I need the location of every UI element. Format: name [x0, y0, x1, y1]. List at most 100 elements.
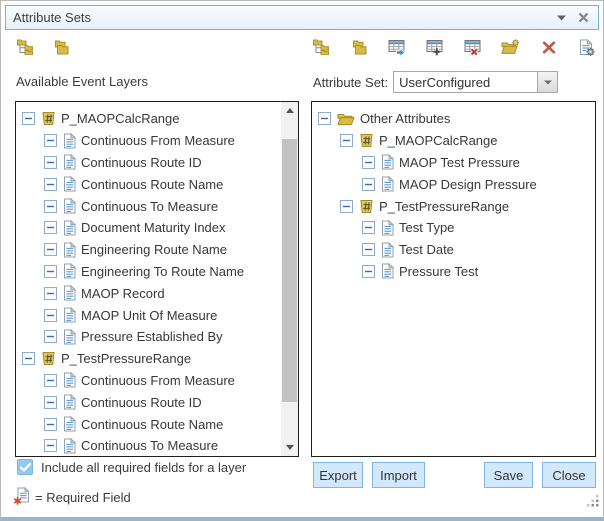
scroll-down-icon[interactable]: [281, 439, 298, 456]
tree-item-label[interactable]: P_MAOPCalcRange: [379, 133, 498, 148]
attribute-set-dropdown[interactable]: UserConfigured: [393, 71, 558, 93]
tree-item[interactable]: P_TestPressureRange: [312, 195, 595, 217]
tree-item[interactable]: Continuous From Measure: [16, 130, 281, 152]
tree-item-label[interactable]: P_TestPressureRange: [379, 199, 509, 214]
tree-item-label[interactable]: Continuous To Measure: [81, 438, 218, 453]
tree-item[interactable]: Continuous To Measure: [16, 195, 281, 217]
tree-item-label[interactable]: P_MAOPCalcRange: [61, 111, 180, 126]
tree-item-label[interactable]: Continuous From Measure: [81, 373, 235, 388]
toolbar-right-group: [311, 38, 596, 56]
collapse-minus-icon[interactable]: [362, 265, 375, 278]
collapse-minus-icon[interactable]: [362, 243, 375, 256]
collapse-minus-icon[interactable]: [44, 287, 57, 300]
titlebar[interactable]: Attribute Sets: [5, 5, 599, 30]
collapse-minus-icon[interactable]: [44, 374, 57, 387]
tree-item-label[interactable]: MAOP Unit Of Measure: [81, 308, 217, 323]
tree-folders-icon[interactable]: [15, 38, 34, 56]
collapse-minus-icon[interactable]: [44, 439, 57, 452]
close-button[interactable]: Close: [542, 462, 596, 488]
tree-item[interactable]: Continuous Route ID: [16, 152, 281, 174]
caret-down-icon[interactable]: [557, 15, 566, 21]
delete-x-icon[interactable]: [539, 38, 558, 56]
tree-item-label[interactable]: P_TestPressureRange: [61, 351, 191, 366]
collapse-minus-icon[interactable]: [362, 156, 375, 169]
folders-icon[interactable]: [349, 38, 368, 56]
scrollbar-thumb[interactable]: [282, 139, 297, 402]
dropdown-arrow-icon[interactable]: [537, 72, 557, 92]
tree-item[interactable]: Pressure Test: [312, 261, 595, 283]
table-add-icon[interactable]: [425, 38, 444, 56]
folder-gear-icon[interactable]: [501, 38, 520, 56]
tree-item-label[interactable]: Continuous Route ID: [81, 395, 202, 410]
include-required-fields-checkbox[interactable]: [17, 459, 33, 475]
folders-icon[interactable]: [51, 38, 70, 56]
collapse-minus-icon[interactable]: [22, 112, 35, 125]
tree-item[interactable]: Document Maturity Index: [16, 217, 281, 239]
tree-item-label[interactable]: MAOP Record: [81, 286, 165, 301]
tree-item-label[interactable]: Test Type: [399, 220, 454, 235]
tree-item-label[interactable]: Pressure Established By: [81, 329, 223, 344]
tree-item[interactable]: Continuous Route Name: [16, 173, 281, 195]
collapse-minus-icon[interactable]: [340, 200, 353, 213]
save-button[interactable]: Save: [484, 462, 533, 488]
tree-item-label[interactable]: Continuous Route ID: [81, 155, 202, 170]
import-button[interactable]: Import: [372, 462, 425, 488]
tree-item[interactable]: P_TestPressureRange: [16, 348, 281, 370]
table-remove-icon[interactable]: [463, 38, 482, 56]
tree-item-label[interactable]: MAOP Design Pressure: [399, 177, 537, 192]
tree-item-label[interactable]: Continuous To Measure: [81, 199, 218, 214]
collapse-minus-icon[interactable]: [44, 156, 57, 169]
tree-item[interactable]: Test Type: [312, 217, 595, 239]
tree-item[interactable]: Pressure Established By: [16, 326, 281, 348]
collapse-minus-icon[interactable]: [44, 178, 57, 191]
tree-item[interactable]: Test Date: [312, 239, 595, 261]
tree-item[interactable]: MAOP Design Pressure: [312, 173, 595, 195]
tree-item[interactable]: Engineering Route Name: [16, 239, 281, 261]
collapse-minus-icon[interactable]: [44, 396, 57, 409]
tree-item[interactable]: Engineering To Route Name: [16, 261, 281, 283]
tree-item[interactable]: Continuous From Measure: [16, 370, 281, 392]
vertical-scrollbar[interactable]: [281, 102, 298, 456]
collapse-minus-icon[interactable]: [362, 221, 375, 234]
tree-item-label[interactable]: Pressure Test: [399, 264, 478, 279]
tree-item[interactable]: Continuous Route ID: [16, 391, 281, 413]
tree-item-label[interactable]: Continuous Route Name: [81, 177, 223, 192]
collapse-minus-icon[interactable]: [318, 112, 331, 125]
collapse-minus-icon[interactable]: [44, 309, 57, 322]
tree-item-label[interactable]: MAOP Test Pressure: [399, 155, 520, 170]
collapse-minus-icon[interactable]: [44, 265, 57, 278]
scroll-up-icon[interactable]: [281, 102, 298, 119]
tree-item-label[interactable]: Test Date: [399, 242, 454, 257]
tree-item[interactable]: Continuous To Measure: [16, 435, 281, 457]
tree-item-label[interactable]: Engineering Route Name: [81, 242, 227, 257]
tree-item-label[interactable]: Continuous Route Name: [81, 417, 223, 432]
export-button[interactable]: Export: [313, 462, 363, 488]
collapse-minus-icon[interactable]: [44, 418, 57, 431]
tree-item[interactable]: MAOP Unit Of Measure: [16, 304, 281, 326]
collapse-minus-icon[interactable]: [340, 134, 353, 147]
collapse-minus-icon[interactable]: [362, 178, 375, 191]
collapse-minus-icon[interactable]: [44, 134, 57, 147]
tree-item-label[interactable]: Continuous From Measure: [81, 133, 235, 148]
tree-item[interactable]: P_MAOPCalcRange: [312, 130, 595, 152]
tree-item-label[interactable]: Document Maturity Index: [81, 220, 226, 235]
tree-item-label[interactable]: Other Attributes: [360, 111, 450, 126]
tree-item[interactable]: Other Attributes: [312, 108, 595, 130]
folder-open-icon: [337, 112, 355, 126]
tree-folders-icon[interactable]: [311, 38, 330, 56]
tree-item[interactable]: MAOP Test Pressure: [312, 152, 595, 174]
tree-item[interactable]: Continuous Route Name: [16, 413, 281, 435]
collapse-minus-icon[interactable]: [44, 243, 57, 256]
tree-item-label[interactable]: Engineering To Route Name: [81, 264, 244, 279]
collapse-minus-icon[interactable]: [44, 330, 57, 343]
collapse-minus-icon[interactable]: [22, 352, 35, 365]
tree-item[interactable]: P_MAOPCalcRange: [16, 108, 281, 130]
resize-grip[interactable]: [587, 494, 599, 512]
collapse-minus-icon[interactable]: [44, 200, 57, 213]
doc-icon: [63, 220, 76, 236]
table-arrow-icon[interactable]: [387, 38, 406, 56]
close-icon[interactable]: [578, 12, 589, 23]
document-gear-icon[interactable]: [577, 38, 596, 56]
collapse-minus-icon[interactable]: [44, 221, 57, 234]
tree-item[interactable]: MAOP Record: [16, 282, 281, 304]
